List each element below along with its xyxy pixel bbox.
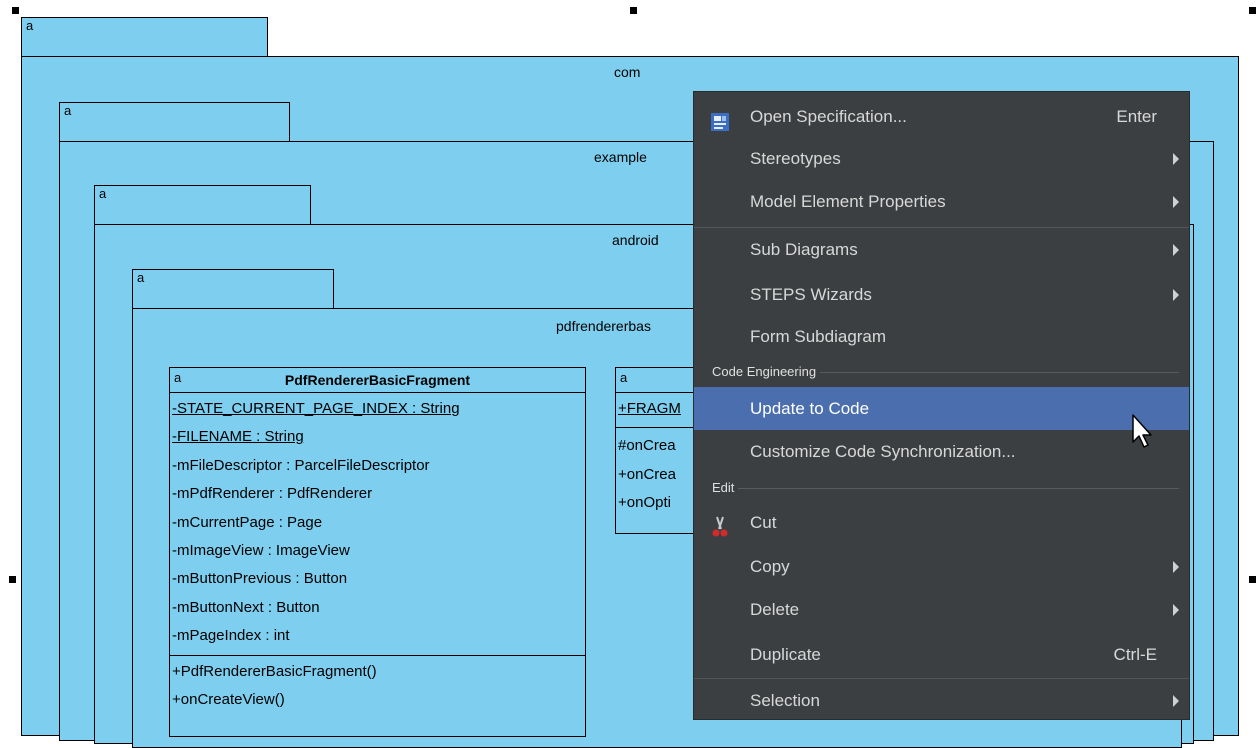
menu-item-label: Cut [750,513,777,532]
menu-item-delete[interactable]: Delete [694,590,1189,630]
menu-item-label: Copy [750,557,790,576]
attribute[interactable]: -mFileDescriptor : ParcelFileDescriptor [170,452,585,480]
package-tab-label: a [99,186,107,201]
mouse-pointer-icon [1132,414,1154,450]
menu-item-shortcut: Ctrl-E [1113,645,1157,664]
package-name-com: com [614,64,641,80]
package-tab-android[interactable]: a [94,185,311,225]
operation[interactable]: +PdfRendererBasicFragment() [170,658,585,686]
menu-item-label: Duplicate [750,645,821,664]
package-name-android: android [612,232,659,248]
menu-item-label: Delete [750,600,800,619]
specification-icon [710,107,730,131]
menu-section-code-engineering: Code Engineering [694,362,1189,382]
attribute[interactable]: -mButtonPrevious : Button [170,565,585,593]
submenu-arrow-icon [1173,244,1179,256]
package-tab-label: a [137,270,145,285]
attribute[interactable]: -mCurrentPage : Page [170,509,585,537]
menu-item-shortcut: Enter [1116,107,1157,126]
menu-item-label: Customize Code Synchronization... [750,442,1016,461]
class-pdfrendererbasicfragment[interactable]: a PdfRendererBasicFragment -STATE_CURREN… [169,367,586,737]
menu-separator [694,678,1189,679]
package-tab-pdfrendererbasic[interactable]: a [132,269,334,309]
class-header: a PdfRendererBasicFragment [170,368,585,393]
menu-item-steps-wizards[interactable]: STEPS Wizards [694,275,1189,315]
attribute[interactable]: -mPdfRenderer : PdfRenderer [170,480,585,508]
submenu-arrow-icon [1173,604,1179,616]
selection-handle-top-middle[interactable] [630,7,637,14]
menu-item-sub-diagrams[interactable]: Sub Diagrams [694,230,1189,270]
package-tab-label: a [26,18,34,33]
submenu-arrow-icon [1173,695,1179,707]
class-tab-label: a [620,370,628,385]
menu-item-label: Update to Code [750,399,870,418]
static-attribute[interactable]: -STATE_CURRENT_PAGE_INDEX : String [170,395,585,423]
scissors-icon [710,513,730,537]
selection-handle-middle-right[interactable] [1249,576,1256,583]
menu-item-selection[interactable]: Selection [694,681,1189,721]
static-attribute[interactable]: -FILENAME : String [170,423,585,451]
context-menu: Open Specification... Enter Stereotypes … [693,91,1190,720]
selection-handle-top-left[interactable] [12,7,19,14]
selection-handle-top-right[interactable] [1249,7,1256,14]
submenu-arrow-icon [1173,561,1179,573]
menu-separator [694,227,1189,228]
menu-item-update-to-code[interactable]: Update to Code [694,387,1189,430]
attribute[interactable]: -mPageIndex : int [170,622,585,650]
menu-item-label: Open Specification... [750,107,907,126]
operations-compartment: +PdfRendererBasicFragment() +onCreateVie… [170,656,585,719]
menu-item-label: STEPS Wizards [750,285,872,304]
menu-item-model-element-properties[interactable]: Model Element Properties [694,182,1189,222]
package-tab-label: a [64,103,72,118]
class-title: PdfRendererBasicFragment [284,372,471,388]
package-name-pdfrendererbasic: pdfrendererbas [556,318,651,334]
menu-item-label: Form Subdiagram [750,327,887,346]
selection-handle-middle-left[interactable] [9,576,16,583]
submenu-arrow-icon [1173,196,1179,208]
menu-item-copy[interactable]: Copy [694,547,1189,587]
menu-item-cut[interactable]: Cut [694,503,1189,543]
menu-item-customize-code-synchronization[interactable]: Customize Code Synchronization... [694,432,1189,472]
package-name-example: example [594,149,647,165]
operation[interactable]: +onCreateView() [170,686,585,714]
package-tab-com[interactable]: a [21,17,268,57]
menu-item-label: Stereotypes [750,149,841,168]
menu-item-label: Model Element Properties [750,192,946,211]
menu-item-label: Selection [750,691,820,710]
submenu-arrow-icon [1173,289,1179,301]
attributes-compartment: -STATE_CURRENT_PAGE_INDEX : String -FILE… [170,393,585,656]
submenu-arrow-icon [1173,153,1179,165]
section-divider [712,488,1179,489]
attribute[interactable]: -mImageView : ImageView [170,537,585,565]
menu-item-duplicate[interactable]: Duplicate Ctrl-E [694,635,1189,675]
attribute[interactable]: -mButtonNext : Button [170,594,585,622]
menu-item-open-specification[interactable]: Open Specification... Enter [694,97,1189,137]
menu-item-label: Sub Diagrams [750,240,858,259]
section-title: Edit [712,478,739,498]
section-title: Code Engineering [712,362,821,382]
menu-item-stereotypes[interactable]: Stereotypes [694,139,1189,179]
menu-section-edit: Edit [694,478,1189,498]
menu-item-form-subdiagram[interactable]: Form Subdiagram [694,317,1189,357]
package-tab-example[interactable]: a [59,102,290,142]
